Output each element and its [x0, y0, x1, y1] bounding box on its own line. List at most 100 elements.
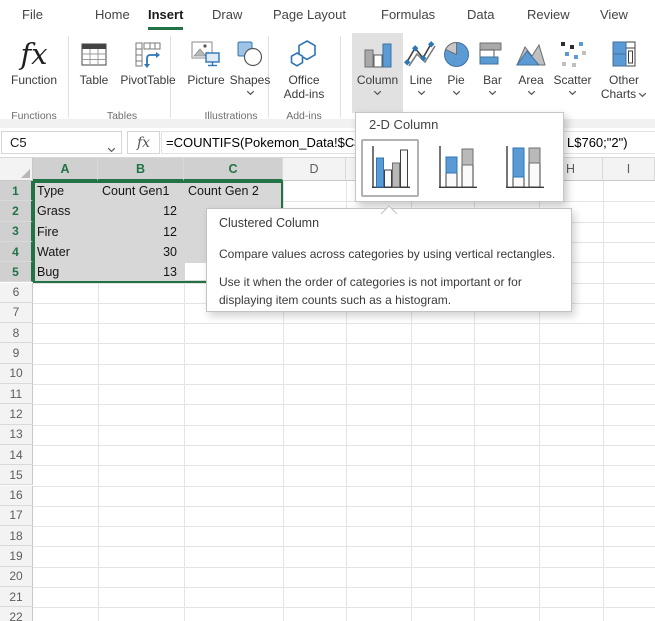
fx-icon: fx	[20, 35, 47, 73]
insert-function-button[interactable]: fx	[127, 131, 160, 154]
office-add-ins-label: OfficeAdd-ins	[284, 73, 325, 101]
cell-b1[interactable]: Count Gen1	[98, 181, 184, 201]
function-button[interactable]: fxFunction	[2, 33, 66, 87]
cell-a1[interactable]: Type	[33, 181, 98, 201]
grid-line	[33, 343, 655, 344]
chart-option-stacked-column[interactable]	[428, 139, 486, 197]
ribbon-group-label-add-ins: Add-ins	[286, 110, 322, 122]
scatter-button[interactable]: Scatter	[550, 33, 595, 96]
pie-label: Pie	[447, 73, 464, 87]
pivottable-icon	[133, 35, 163, 73]
office-add-ins-button[interactable]: OfficeAdd-ins	[272, 33, 336, 101]
menu-tab-data[interactable]: Data	[467, 0, 494, 30]
grid-line	[33, 486, 655, 487]
picture-button[interactable]: Picture	[181, 33, 231, 87]
grid-line	[33, 567, 655, 568]
chart-option-100-stacked-column[interactable]	[495, 139, 553, 197]
chevron-down-icon	[417, 89, 426, 96]
column-chart-dropdown: 2-D Column	[355, 112, 564, 202]
picture-icon	[190, 35, 222, 73]
row-header-22[interactable]: 22	[0, 607, 33, 621]
row-header-19[interactable]: 19	[0, 546, 33, 566]
row-header-8[interactable]: 8	[0, 323, 33, 343]
row-header-9[interactable]: 9	[0, 343, 33, 363]
row-header-14[interactable]: 14	[0, 445, 33, 465]
column-label: Column	[357, 73, 398, 87]
row-header-2[interactable]: 2	[0, 201, 33, 221]
fx-icon: fx	[137, 135, 150, 151]
grid-line	[33, 587, 655, 588]
select-all-corner[interactable]	[0, 158, 33, 181]
cell-a4[interactable]: Water	[33, 242, 98, 262]
row-header-18[interactable]: 18	[0, 526, 33, 546]
row-header-13[interactable]: 13	[0, 425, 33, 445]
scatter-label: Scatter	[553, 73, 591, 87]
formula-text-left: =COUNTIFS(Pokemon_Data!$C$	[166, 132, 361, 153]
pie-chart-icon	[441, 35, 471, 73]
column-header-d[interactable]: D	[283, 158, 346, 181]
chart-option-clustered-column[interactable]	[361, 139, 419, 197]
menu-tab-formulas[interactable]: Formulas	[381, 0, 435, 30]
scatter-chart-icon	[558, 35, 588, 73]
row-header-20[interactable]: 20	[0, 567, 33, 587]
name-box-value: C5	[10, 132, 27, 153]
cell-a2[interactable]: Grass	[33, 201, 98, 221]
menu-tab-file[interactable]: File	[22, 0, 43, 30]
grid-line	[603, 181, 604, 621]
cell-a5[interactable]: Bug	[33, 262, 98, 282]
pivottable-label: PivotTable	[120, 73, 175, 87]
other-charts-button[interactable]: OtherCharts	[596, 33, 652, 101]
row-header-4[interactable]: 4	[0, 242, 33, 262]
formula-text-right: L$760;"2")	[567, 132, 628, 153]
row-header-6[interactable]: 6	[0, 283, 33, 303]
area-label: Area	[518, 73, 543, 87]
cell-b5[interactable]: 13	[98, 262, 184, 282]
grid-line	[33, 404, 655, 405]
column-header-b[interactable]: B	[98, 158, 184, 181]
menu-tab-view[interactable]: View	[600, 0, 628, 30]
chevron-down-icon[interactable]	[107, 140, 116, 158]
row-header-21[interactable]: 21	[0, 587, 33, 607]
row-header-17[interactable]: 17	[0, 506, 33, 526]
chart-type-tooltip: Clustered Column Compare values across c…	[206, 208, 572, 312]
row-header-7[interactable]: 7	[0, 303, 33, 323]
table-button[interactable]: Table	[71, 33, 117, 87]
row-header-15[interactable]: 15	[0, 465, 33, 485]
cell-b2[interactable]: 12	[98, 201, 184, 221]
row-header-12[interactable]: 12	[0, 404, 33, 424]
table-icon	[79, 35, 109, 73]
excel-window: File Home Insert Draw Page Layout Formulas Dat…	[0, 0, 655, 621]
menu-tab-draw[interactable]: Draw	[212, 0, 242, 30]
cell-b4[interactable]: 30	[98, 242, 184, 262]
line-button[interactable]: Line	[404, 33, 438, 96]
name-box[interactable]: C5	[1, 131, 122, 154]
column-header-i[interactable]: I	[603, 158, 655, 181]
pivottable-button[interactable]: PivotTable	[117, 33, 179, 87]
cell-a3[interactable]: Fire	[33, 222, 98, 242]
row-header-11[interactable]: 11	[0, 384, 33, 404]
dropdown-section-title: 2-D Column	[369, 117, 438, 132]
cell-c1[interactable]: Count Gen 2	[184, 181, 283, 201]
cell-b3[interactable]: 12	[98, 222, 184, 242]
menu-tab-home[interactable]: Home	[95, 0, 130, 30]
menu-tab-page-layout[interactable]: Page Layout	[273, 0, 346, 30]
row-header-3[interactable]: 3	[0, 222, 33, 242]
row-header-16[interactable]: 16	[0, 486, 33, 506]
shapes-button[interactable]: Shapes	[227, 33, 273, 96]
area-button[interactable]: Area	[512, 33, 550, 96]
pie-button[interactable]: Pie	[439, 33, 473, 96]
bar-button[interactable]: Bar	[474, 33, 511, 96]
grid-line	[33, 546, 655, 547]
column-button[interactable]: Column	[352, 33, 403, 113]
menu-tab-insert[interactable]: Insert	[148, 0, 183, 30]
menu-tab-review[interactable]: Review	[527, 0, 570, 30]
ribbon-group-divider	[68, 36, 69, 118]
row-header-5[interactable]: 5	[0, 262, 33, 282]
column-header-a[interactable]: A	[33, 158, 98, 181]
column-header-c[interactable]: C	[184, 158, 283, 181]
tooltip-paragraph: Use it when the order of categories is n…	[219, 273, 559, 309]
table-label: Table	[80, 73, 109, 87]
row-header-1[interactable]: 1	[0, 181, 33, 201]
chevron-down-icon	[373, 89, 382, 96]
row-header-10[interactable]: 10	[0, 364, 33, 384]
